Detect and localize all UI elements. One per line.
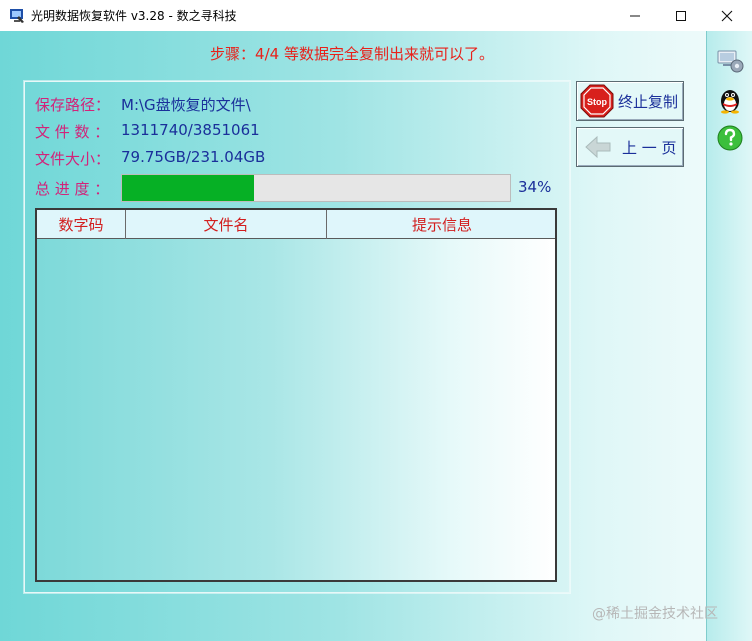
file-size-label: 文件大小： [35,150,111,168]
save-path-label: 保存路径： [35,96,111,114]
title-bar: 光明数据恢复软件 v3.28 - 数之寻科技 [0,0,752,31]
back-arrow-icon [585,135,611,159]
progress-percent: 34% [518,178,552,196]
side-toolbar [706,31,752,641]
network-settings-icon[interactable] [715,45,745,75]
file-count-value: 1311740/3851061 [121,121,260,139]
progress-bar [121,174,511,202]
column-header-filename[interactable]: 文件名 [126,210,327,239]
file-size-value: 79.75GB/231.04GB [121,148,266,166]
close-icon [721,10,733,21]
maximize-icon [676,10,686,21]
table-header: 数字码 文件名 提示信息 [37,210,555,239]
file-count-label: 文 件 数 ： [35,123,110,141]
app-window: 光明数据恢复软件 v3.28 - 数之寻科技 步骤：4/4 等数据完全复制出来就… [0,0,752,641]
previous-page-button[interactable]: 上 一 页 [576,127,684,167]
help-icon[interactable] [715,123,745,153]
step-instruction: 步骤：4/4 等数据完全复制出来就可以了。 [210,45,494,63]
stop-icon-text: Stop [587,97,607,107]
watermark: @稀土掘金技术社区 [592,606,718,622]
progress-fill [122,175,254,201]
stop-icon: Stop [580,84,614,118]
maximize-button[interactable] [658,0,704,31]
close-button[interactable] [704,0,750,31]
save-path-value: M:\G盘恢复的文件\ [121,96,251,114]
column-header-message[interactable]: 提示信息 [327,210,557,239]
minimize-button[interactable] [612,0,658,31]
app-icon [10,9,24,23]
column-header-code[interactable]: 数字码 [37,210,126,239]
stop-copy-button[interactable]: Stop 终止复制 [576,81,684,121]
previous-page-label: 上 一 页 [622,138,677,157]
stop-copy-label: 终止复制 [618,92,679,111]
qq-icon[interactable] [715,84,745,114]
file-list-table[interactable]: 数字码 文件名 提示信息 [35,208,557,582]
minimize-icon [630,15,640,16]
client-area: 步骤：4/4 等数据完全复制出来就可以了。 保存路径： M:\G盘恢复的文件\ … [0,31,752,641]
progress-label: 总 进 度 ： [35,180,110,198]
window-title: 光明数据恢复软件 v3.28 - 数之寻科技 [31,9,237,23]
